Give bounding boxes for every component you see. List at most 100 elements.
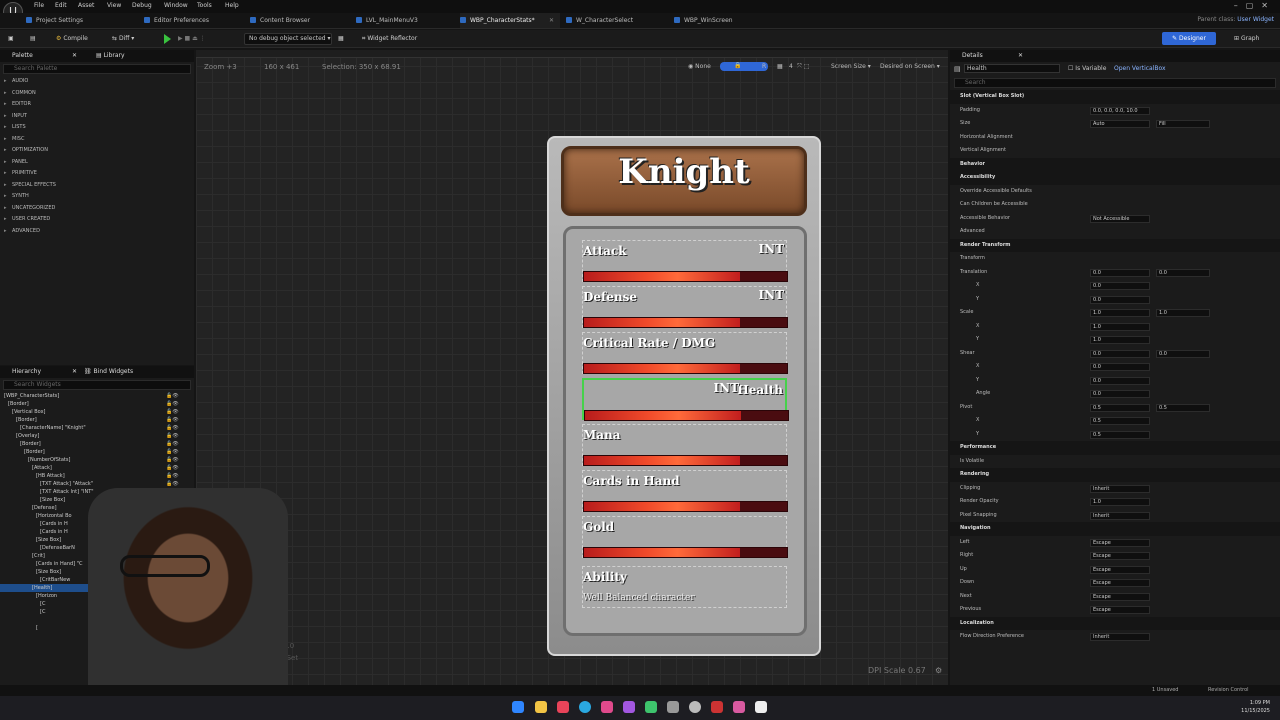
palette-category[interactable]: SPECIAL EFFECTS [0, 180, 194, 192]
step-icons[interactable]: ▶ ■ ⏏ ⋮ [178, 33, 206, 45]
lock-visibility-icon[interactable]: 🔓👁 [166, 408, 179, 416]
details-property[interactable]: Translation 0.0 0.0 [950, 266, 1280, 280]
menu-file[interactable]: File [34, 2, 44, 9]
details-value-field[interactable]: 0.0 [1156, 268, 1210, 277]
details-value-field[interactable]: 1.0 [1090, 336, 1150, 344]
stat-defense[interactable]: Defense INT [582, 286, 788, 328]
tab-w-characterselect[interactable]: W_CharacterSelect [566, 13, 633, 28]
details-value-field[interactable]: Escape [1090, 579, 1150, 587]
palette-category[interactable]: USER CREATED [0, 214, 194, 226]
parent-class-link[interactable]: User Widget [1237, 16, 1274, 23]
app-icon[interactable] [733, 701, 745, 713]
hierarchy-row[interactable]: [HB Attack] 🔓👁 [0, 472, 194, 480]
library-tab[interactable]: ▤ Library [96, 50, 125, 62]
browser-icon[interactable] [579, 701, 591, 713]
tab-level[interactable]: LVL_MainMenuV3 [356, 13, 418, 28]
app-icon[interactable] [645, 701, 657, 713]
details-section[interactable]: Rendering [950, 468, 1280, 482]
lock-visibility-icon[interactable]: 🔓👁 [166, 432, 179, 440]
details-property[interactable]: Padding 0.0, 0.0, 0.0, 10.0 [950, 104, 1280, 118]
details-property[interactable]: Y 0.0 [950, 374, 1280, 388]
details-value-field[interactable]: Inherit [1090, 633, 1150, 641]
window-controls[interactable]: –▢✕ [1234, 1, 1276, 10]
details-property[interactable]: Override Accessible Defaults [950, 185, 1280, 199]
palette-category[interactable]: AUDIO [0, 76, 194, 88]
details-value-field[interactable]: Not Accessible [1090, 214, 1150, 223]
stat-health[interactable]: Health INT [582, 378, 789, 421]
widget-reflector-button[interactable]: ⌗ Widget Reflector [362, 33, 417, 45]
details-value-field[interactable]: 0.5 [1090, 417, 1150, 425]
palette-search-input[interactable]: Search Palette [3, 64, 191, 74]
lock-visibility-icon[interactable]: 🔓👁 [166, 456, 179, 464]
menu-view[interactable]: View [107, 2, 121, 9]
menu-edit[interactable]: Edit [55, 2, 67, 9]
tab-content-browser[interactable]: Content Browser [250, 13, 310, 28]
tab-wbp-characterstats[interactable]: WBP_CharacterStats* ✕ [460, 13, 560, 28]
debug-object-select[interactable]: No debug object selected ▾ [244, 33, 332, 45]
details-value-field[interactable]: 0.0 [1090, 282, 1150, 290]
app-icon[interactable] [667, 701, 679, 713]
play-icon[interactable] [164, 34, 171, 44]
details-property[interactable]: Y 1.0 [950, 333, 1280, 347]
unreal-taskbar-icon[interactable] [755, 701, 767, 713]
menu-window[interactable]: Window [164, 2, 188, 9]
details-property[interactable]: Render Opacity 1.0 [950, 495, 1280, 509]
details-property[interactable]: Can Children be Accessible [950, 198, 1280, 212]
details-property[interactable]: Flow Direction Preference Inherit [950, 630, 1280, 644]
lock-visibility-icon[interactable]: 🔓👁 [166, 424, 179, 432]
details-property[interactable]: Down Escape [950, 576, 1280, 590]
tab-project-settings[interactable]: Project Settings [26, 13, 83, 28]
details-value-field[interactable]: Escape [1090, 552, 1150, 560]
lock-visibility-icon[interactable]: 🔓👁 [166, 480, 179, 488]
details-value-field[interactable]: 0.0, 0.0, 0.0, 10.0 [1090, 106, 1150, 115]
details-property[interactable]: Size Auto Fill [950, 117, 1280, 131]
stat-critical-rate-dmg[interactable]: Critical Rate / DMG [582, 332, 788, 374]
details-value-field[interactable]: 0.5 [1156, 403, 1210, 412]
details-value-field[interactable]: 0.5 [1090, 430, 1150, 439]
details-tab[interactable]: Details [962, 52, 983, 59]
tab-editor-preferences[interactable]: Editor Preferences [144, 13, 209, 28]
details-section[interactable]: Slot (Vertical Box Slot) [950, 90, 1280, 104]
screen-size-select[interactable]: Screen Size ▾ [831, 63, 871, 70]
details-property[interactable]: Left Escape [950, 536, 1280, 550]
hierarchy-row[interactable]: [Border] 🔓👁 [0, 416, 194, 424]
details-property[interactable]: X 1.0 [950, 320, 1280, 334]
details-section[interactable]: Accessibility [950, 171, 1280, 185]
details-property[interactable]: Angle 0.0 [950, 387, 1280, 401]
details-value-field[interactable]: Escape [1090, 606, 1150, 614]
details-value-field[interactable]: 0.0 [1090, 349, 1150, 358]
save-icon[interactable]: ▣ [8, 33, 14, 45]
details-search-input[interactable]: Search [954, 78, 1276, 88]
details-property[interactable]: Scale 1.0 1.0 [950, 306, 1280, 320]
hierarchy-row[interactable]: [TXT Attack] "Attack" 🔓👁 [0, 480, 194, 488]
debug-browse-icon[interactable]: ▦ [338, 33, 344, 45]
compile-button[interactable]: ⚙ Compile [56, 33, 88, 45]
details-property[interactable]: Accessible Behavior Not Accessible [950, 212, 1280, 226]
details-property[interactable]: Y 0.5 [950, 428, 1280, 442]
desired-on-screen-select[interactable]: Desired on Screen ▾ [880, 63, 940, 70]
details-value-field[interactable]: 1.0 [1156, 309, 1210, 317]
hierarchy-row[interactable]: [WBP_CharacterStats] 🔓👁 [0, 392, 194, 400]
details-property[interactable]: Y 0.0 [950, 293, 1280, 307]
close-icon[interactable]: ✕ [72, 366, 77, 378]
app-icon[interactable] [601, 701, 613, 713]
lock-visibility-icon[interactable]: 🔓👁 [166, 392, 179, 400]
designer-button[interactable]: ✎ Designer [1162, 32, 1216, 45]
hierarchy-row[interactable]: [CharacterName] "Knight" 🔓👁 [0, 424, 194, 432]
details-property[interactable]: Pivot 0.5 0.5 [950, 401, 1280, 415]
system-clock[interactable]: 1:09 PM 11/15/2025 [1241, 699, 1270, 715]
details-property[interactable]: X 0.0 [950, 279, 1280, 293]
hierarchy-row[interactable]: [Border] 🔓👁 [0, 440, 194, 448]
tool-icons[interactable]: ⤧ ⬚ [797, 63, 809, 71]
diff-button[interactable]: ⇆ Diff ▾ [112, 33, 134, 45]
details-value-field[interactable]: Fill [1156, 120, 1210, 128]
close-tab-icon[interactable]: ✕ [549, 13, 554, 28]
lock-visibility-icon[interactable]: 🔓👁 [166, 448, 179, 456]
close-icon[interactable]: ✕ [1018, 50, 1023, 62]
palette-category[interactable]: SYNTH [0, 191, 194, 203]
details-property[interactable]: Up Escape [950, 563, 1280, 577]
stat-mana[interactable]: Mana [582, 424, 788, 466]
palette-category[interactable]: PRIMITIVE [0, 168, 194, 180]
palette-category[interactable]: COMMON [0, 88, 194, 100]
snap-toggle[interactable]: 🔒 [720, 62, 768, 71]
